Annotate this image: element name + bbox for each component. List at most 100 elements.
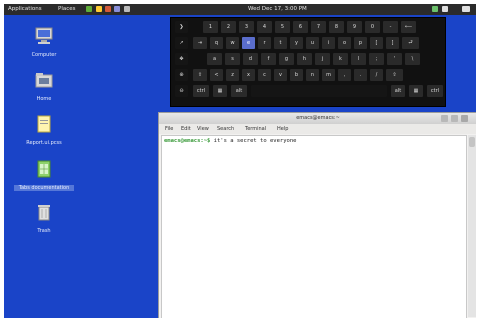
key-a[interactable]: a xyxy=(207,53,222,65)
key-symbol[interactable]: ⇧ xyxy=(193,69,207,81)
key-j[interactable]: j xyxy=(315,53,330,65)
terminal-output[interactable]: emacs@emacs:~$ it's a secret to everyone xyxy=(161,135,467,318)
user-menu-icon[interactable] xyxy=(462,6,470,12)
key-symbol[interactable]: ⇧ xyxy=(386,69,403,81)
command-line: emacs@emacs:~$ it's a secret to everyone xyxy=(164,137,296,146)
settings-icon[interactable] xyxy=(124,6,130,12)
desktop-icon-label: Tabs documentation xyxy=(14,185,74,191)
key-w[interactable]: w xyxy=(226,37,239,49)
keyboard-logo-key[interactable]: ▦ xyxy=(213,85,227,97)
key-x[interactable]: x xyxy=(242,69,255,81)
key-symbol[interactable]: ⇥ xyxy=(193,37,207,49)
desktop-icon-report[interactable]: Report.ui.pcss xyxy=(14,114,74,146)
ctrl-right-key[interactable]: ctrl xyxy=(427,85,443,97)
terminal-window: emacs@emacs:~ File Edit View Search Term… xyxy=(158,112,476,318)
key-v[interactable]: v xyxy=(274,69,287,81)
key-symbol[interactable]: , xyxy=(338,69,351,81)
key-3[interactable]: 3 xyxy=(239,21,254,33)
key-y[interactable]: y xyxy=(290,37,303,49)
key-symbol[interactable]: ⮐ xyxy=(402,37,419,49)
keyboard-side-key[interactable]: ⊕ xyxy=(175,69,188,81)
key-8[interactable]: 8 xyxy=(329,21,344,33)
desktop-icon-computer[interactable]: Computer xyxy=(14,26,74,58)
ctrl-left-key[interactable]: ctrl xyxy=(193,85,209,97)
key-symbol[interactable]: - xyxy=(383,21,398,33)
key-2[interactable]: 2 xyxy=(221,21,236,33)
close-icon[interactable] xyxy=(461,115,468,122)
desktop: Applications Places Wed Dec 17, 3:00 PM … xyxy=(4,4,476,318)
key-q[interactable]: q xyxy=(210,37,223,49)
key-p[interactable]: p xyxy=(354,37,367,49)
menu-terminal[interactable]: Terminal xyxy=(245,124,266,134)
key-7[interactable]: 7 xyxy=(311,21,326,33)
browser-icon[interactable] xyxy=(105,6,111,12)
key-c[interactable]: c xyxy=(258,69,271,81)
on-screen-keyboard: ❯ ↗ ✥ ⊕ ⊖ 1 2 3 4 5 6 7 8 9 0- ⟵ ⇥ q w e r t y u i o p[] ⮐ a s d f g h j k l… xyxy=(170,17,446,107)
editor-icon[interactable] xyxy=(114,6,120,12)
scrollbar-thumb[interactable] xyxy=(469,137,475,147)
key-4[interactable]: 4 xyxy=(257,21,272,33)
key-symbol[interactable]: . xyxy=(354,69,367,81)
desktop-icon-home[interactable]: Home xyxy=(14,70,74,102)
typed-command: it's a secret to everyone xyxy=(213,138,297,144)
key-s[interactable]: s xyxy=(225,53,240,65)
menu-view[interactable]: View xyxy=(197,124,209,134)
key-e[interactable]: e xyxy=(242,37,255,49)
key-i[interactable]: i xyxy=(322,37,335,49)
minimize-icon[interactable] xyxy=(441,115,448,122)
key-n[interactable]: n xyxy=(306,69,319,81)
key-l[interactable]: l xyxy=(351,53,366,65)
key-1[interactable]: 1 xyxy=(203,21,218,33)
network-icon[interactable] xyxy=(432,6,438,12)
key-t[interactable]: t xyxy=(274,37,287,49)
key-d[interactable]: d xyxy=(243,53,258,65)
clock[interactable]: Wed Dec 17, 3:00 PM xyxy=(248,4,307,15)
alt-left-key[interactable]: alt xyxy=(231,85,247,97)
key-symbol[interactable]: [ xyxy=(370,37,383,49)
menu-help[interactable]: Help xyxy=(277,124,288,134)
key-symbol[interactable]: ' xyxy=(387,53,402,65)
terminal-scrollbar[interactable] xyxy=(468,135,476,317)
maximize-icon[interactable] xyxy=(451,115,458,122)
alt-right-key[interactable]: alt xyxy=(391,85,405,97)
key-symbol[interactable]: ; xyxy=(369,53,384,65)
key-9[interactable]: 9 xyxy=(347,21,362,33)
key-k[interactable]: k xyxy=(333,53,348,65)
key-f[interactable]: f xyxy=(261,53,276,65)
key-h[interactable]: h xyxy=(297,53,312,65)
key-b[interactable]: b xyxy=(290,69,303,81)
key-0[interactable]: 0 xyxy=(365,21,380,33)
space-key[interactable] xyxy=(251,85,387,97)
menu-search[interactable]: Search xyxy=(217,124,234,134)
key-symbol[interactable]: ] xyxy=(386,37,399,49)
menu-edit[interactable]: Edit xyxy=(181,124,191,134)
places-menu[interactable]: Places xyxy=(58,4,76,15)
key-symbol[interactable]: \ xyxy=(405,53,420,65)
mail-icon[interactable] xyxy=(96,6,102,12)
volume-icon[interactable] xyxy=(442,6,448,12)
applications-menu[interactable]: Applications xyxy=(8,4,42,15)
trash-icon xyxy=(38,205,50,221)
key-u[interactable]: u xyxy=(306,37,319,49)
key-z[interactable]: z xyxy=(226,69,239,81)
spreadsheet-icon xyxy=(37,160,51,178)
keyboard-side-key[interactable]: ❯ xyxy=(175,21,188,33)
keyboard-side-key[interactable]: ↗ xyxy=(175,37,188,49)
key-5[interactable]: 5 xyxy=(275,21,290,33)
keyboard-side-key[interactable]: ⊖ xyxy=(175,85,188,97)
key-symbol[interactable]: / xyxy=(370,69,383,81)
key-g[interactable]: g xyxy=(279,53,294,65)
desktop-icon-trash[interactable]: Trash xyxy=(14,202,74,234)
terminal-titlebar[interactable]: emacs@emacs:~ xyxy=(159,113,476,124)
key-6[interactable]: 6 xyxy=(293,21,308,33)
menu-file[interactable]: File xyxy=(165,124,173,134)
key-symbol[interactable]: < xyxy=(210,69,223,81)
key-r[interactable]: r xyxy=(258,37,271,49)
key-m[interactable]: m xyxy=(322,69,335,81)
key-symbol[interactable]: ⟵ xyxy=(401,21,416,33)
desktop-icon-tabs-documentation[interactable]: Tabs documentation xyxy=(14,159,74,191)
key-o[interactable]: o xyxy=(338,37,351,49)
launcher-icon[interactable] xyxy=(86,6,92,12)
keyboard-side-key[interactable]: ✥ xyxy=(175,53,188,65)
keyboard-logo-key[interactable]: ▦ xyxy=(409,85,423,97)
